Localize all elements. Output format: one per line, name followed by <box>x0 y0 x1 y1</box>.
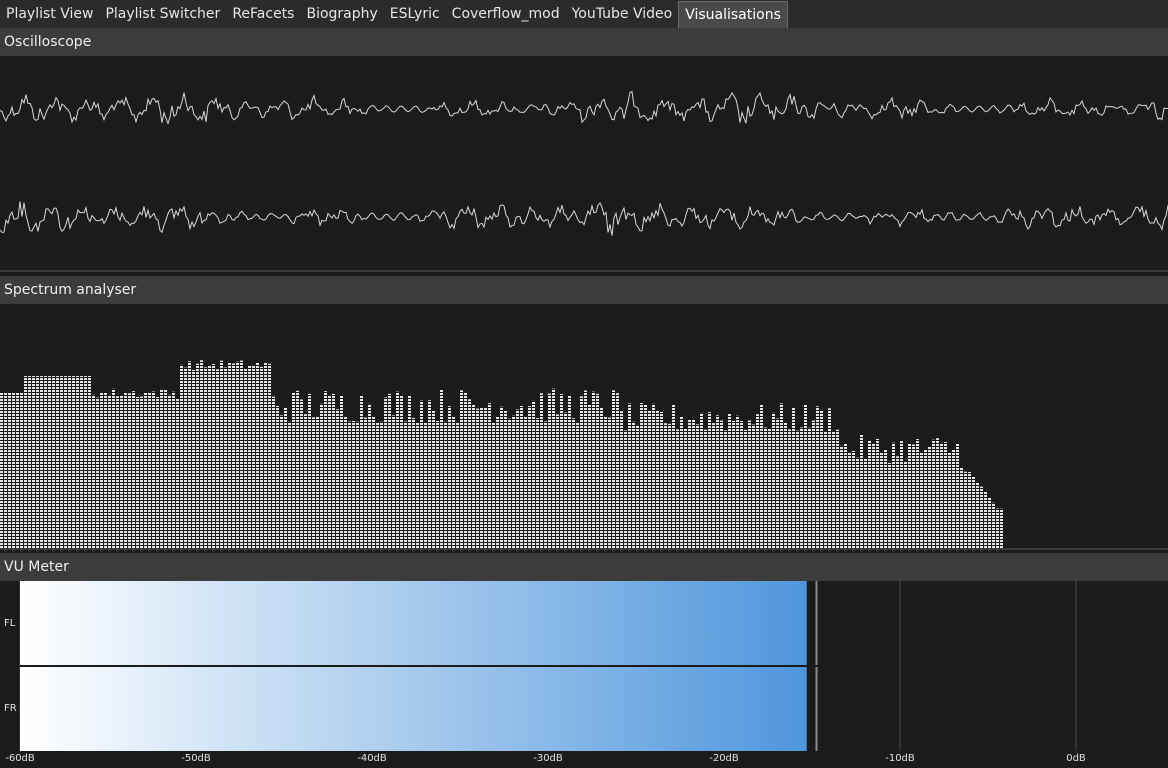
spectrum-panel[interactable] <box>0 304 1168 548</box>
spectrum-bar <box>956 443 959 548</box>
spectrum-bar <box>688 419 691 548</box>
spectrum-bar <box>528 406 531 548</box>
vu-header: VU Meter <box>0 553 1168 581</box>
spectrum-bar <box>748 420 751 548</box>
oscilloscope-waveform-left <box>0 90 1168 125</box>
vu-channel-label-fl: FL <box>4 618 16 629</box>
oscilloscope-waveform-right <box>0 201 1168 236</box>
tab-playlist-view[interactable]: Playlist View <box>0 1 99 28</box>
spectrum-bar <box>408 395 411 548</box>
spectrum-bar <box>568 395 571 548</box>
tab-bar: Playlist View Playlist Switcher ReFacets… <box>0 0 1168 29</box>
vu-bar-fl <box>20 581 807 665</box>
spectrum-bar <box>888 463 891 548</box>
spectrum-bar <box>120 395 123 548</box>
spectrum-bar <box>508 418 511 548</box>
spectrum-bar <box>204 367 207 548</box>
spectrum-bar <box>908 443 911 548</box>
oscilloscope-display <box>0 90 1168 236</box>
spectrum-bar <box>764 427 767 548</box>
spectrum-header: Spectrum analyser <box>0 276 1168 304</box>
spectrum-bar <box>512 415 515 548</box>
spectrum-bar <box>108 395 111 548</box>
spectrum-bar <box>988 497 991 548</box>
vu-scale-label: -30dB <box>533 753 563 764</box>
spectrum-bar <box>208 365 211 548</box>
spectrum-bar <box>500 406 503 548</box>
spectrum-bar <box>800 427 803 548</box>
panel-splitter[interactable] <box>0 270 1168 272</box>
tab-playlist-switcher[interactable]: Playlist Switcher <box>99 1 226 28</box>
panel-splitter[interactable] <box>0 548 1168 550</box>
spectrum-bar <box>360 395 363 548</box>
spectrum-bar <box>400 395 403 548</box>
spectrum-bar <box>448 406 451 548</box>
spectrum-bar <box>980 486 983 548</box>
spectrum-bar <box>912 444 915 548</box>
spectrum-bar <box>716 415 719 548</box>
tab-refacets[interactable]: ReFacets <box>226 1 300 28</box>
spectrum-bars <box>0 360 1003 548</box>
spectrum-bar <box>720 420 723 548</box>
vu-scale-label: -40dB <box>357 753 387 764</box>
spectrum-bar <box>736 415 739 548</box>
spectrum-bar <box>844 443 847 548</box>
spectrum-bar <box>240 360 243 548</box>
spectrum-bar <box>732 420 735 548</box>
spectrum-bar <box>280 415 283 548</box>
spectrum-bar <box>692 419 695 548</box>
tab-eslyric[interactable]: ESLyric <box>384 1 446 28</box>
oscilloscope-panel[interactable] <box>0 56 1168 270</box>
spectrum-bar <box>856 457 859 548</box>
vu-bar-fr <box>20 667 807 751</box>
spectrum-bar <box>260 366 263 548</box>
spectrum-bar <box>168 394 171 548</box>
spectrum-bar <box>384 397 387 548</box>
vu-panel[interactable]: FL FR -60dB -50dB -40dB -30dB -20dB -10d… <box>0 581 1168 768</box>
spectrum-bar <box>224 367 227 548</box>
spectrum-bar <box>872 443 875 548</box>
spectrum-bar <box>904 461 907 548</box>
vu-scale-label: -20dB <box>709 753 739 764</box>
spectrum-bar <box>392 415 395 548</box>
spectrum-bar <box>220 360 223 548</box>
spectrum-bar <box>328 396 331 548</box>
tab-coverflow-mod[interactable]: Coverflow_mod <box>446 1 566 28</box>
vu-scale-label: 0dB <box>1066 753 1086 764</box>
spectrum-bar <box>816 406 819 548</box>
vu-scale-label: -10dB <box>885 753 915 764</box>
tab-visualisations[interactable]: Visualisations <box>678 1 788 28</box>
vu-meter-display <box>19 581 1077 751</box>
spectrum-bar <box>248 365 251 548</box>
spectrum-bar <box>92 394 95 548</box>
spectrum-bar <box>116 396 119 548</box>
vu-scale-label: -50dB <box>181 753 211 764</box>
spectrum-bar <box>488 403 491 548</box>
vu-channel-label-fr: FR <box>4 703 17 714</box>
spectrum-bar <box>640 403 643 548</box>
vu-scale-label: -60dB <box>5 753 35 764</box>
spectrum-bar <box>944 442 947 548</box>
spectrum-bar <box>340 395 343 548</box>
spectrum-display <box>0 347 1168 548</box>
vu-peak-fl <box>815 581 818 665</box>
spectrum-bar <box>200 360 203 548</box>
spectrum-bar <box>808 427 811 548</box>
oscilloscope-header: Oscilloscope <box>0 28 1168 56</box>
spectrum-bar <box>696 424 699 548</box>
tab-youtube-video[interactable]: YouTube Video <box>566 1 679 28</box>
spectrum-bar <box>96 397 99 548</box>
vu-peak-fr <box>815 667 818 751</box>
spectrum-bar <box>184 367 187 548</box>
tab-biography[interactable]: Biography <box>300 1 383 28</box>
spectrum-bar <box>936 438 939 548</box>
spectrum-bar <box>812 420 815 548</box>
